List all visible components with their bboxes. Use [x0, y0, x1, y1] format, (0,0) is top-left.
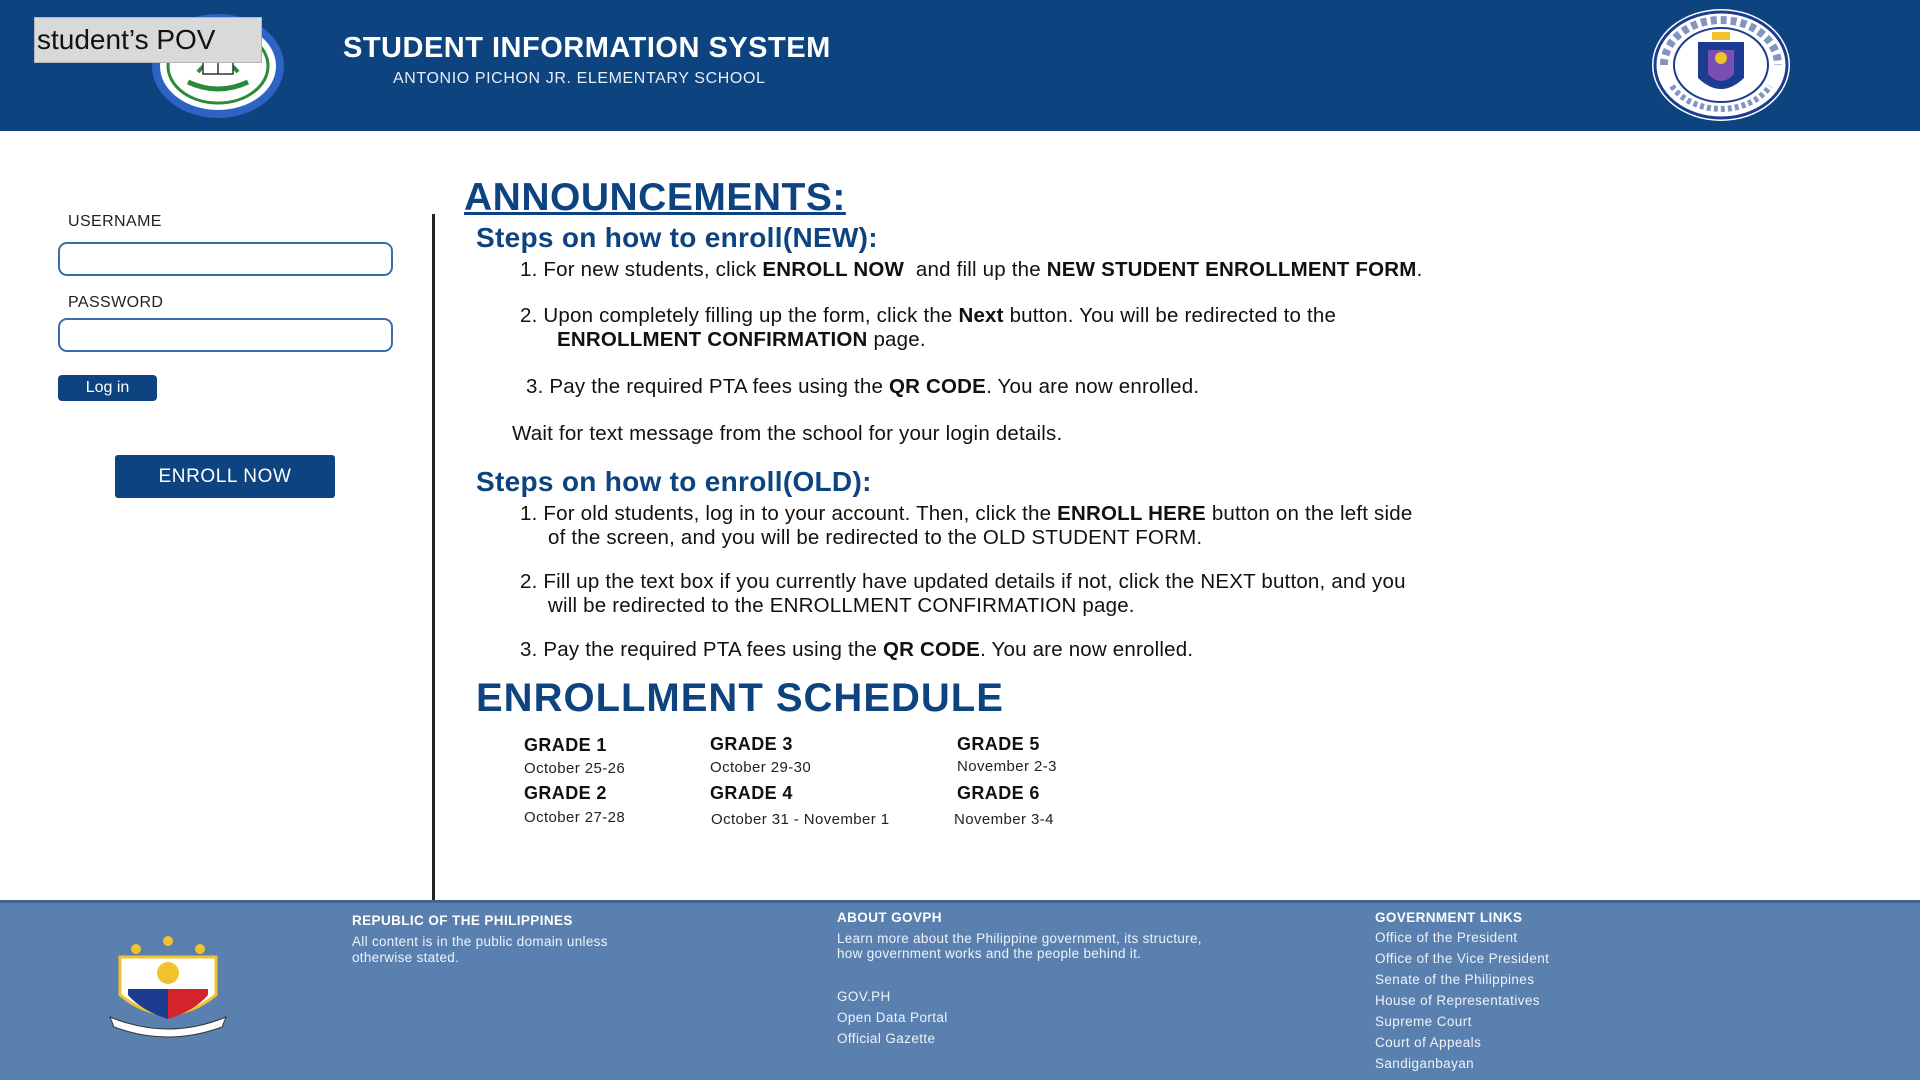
grade-label: GRADE 2: [524, 783, 607, 803]
footer-about-heading: ABOUT GOVPH: [837, 910, 942, 925]
grade-label: GRADE 6: [957, 783, 1040, 803]
new-steps-title: Steps on how to enroll(NEW):: [476, 222, 878, 253]
old-step-2-cont: will be redirected to the ENROLLMENT CON…: [548, 594, 1135, 617]
vertical-divider: [432, 214, 435, 900]
footer-public-domain-text: All content is in the public domain unle…: [352, 934, 608, 949]
philippine-seal-icon: [109, 936, 227, 1038]
username-input[interactable]: [58, 242, 393, 276]
new-step-2: 2. Upon completely filling up the form, …: [520, 304, 1337, 327]
password-input[interactable]: [58, 318, 393, 352]
site-footer: [0, 900, 1920, 1080]
grade-dates: October 29-30: [710, 759, 812, 776]
footer-link-govph[interactable]: GOV.PH: [837, 989, 891, 1004]
grade-dates: October 27-28: [524, 809, 626, 826]
footer-about-text: Learn more about the Philippine governme…: [837, 931, 1202, 946]
footer-link-court-of-appeals[interactable]: Court of Appeals: [1375, 1035, 1481, 1050]
password-label: PASSWORD: [68, 294, 164, 311]
new-step-3: 3. Pay the required PTA fees using the Q…: [526, 375, 1200, 398]
old-steps-title: Steps on how to enroll(OLD):: [476, 466, 872, 497]
grade-dates: October 31 - November 1: [711, 811, 890, 828]
footer-link-senate[interactable]: Senate of the Philippines: [1375, 972, 1534, 987]
deped-seal-icon: [1652, 9, 1790, 121]
grade-dates: October 25-26: [524, 760, 626, 777]
top-header: STUDENT INFORMATION SYSTEM ANTONIO PICHO…: [0, 0, 1920, 131]
grade-label: GRADE 1: [524, 735, 607, 755]
announcements-title: ANNOUNCEMENTS:: [464, 176, 846, 219]
login-button[interactable]: Log in: [58, 375, 157, 401]
footer-republic-heading: REPUBLIC OF THE PHILIPPINES: [352, 913, 573, 928]
old-step-2: 2. Fill up the text box if you currently…: [520, 570, 1406, 593]
footer-link-supreme-court[interactable]: Supreme Court: [1375, 1014, 1472, 1029]
footer-gov-links-heading: GOVERNMENT LINKS: [1375, 910, 1523, 925]
footer-link-official-gazette[interactable]: Official Gazette: [837, 1031, 935, 1046]
old-step-3: 3. Pay the required PTA fees using the Q…: [520, 638, 1194, 661]
grade-label: GRADE 4: [710, 783, 793, 803]
new-step-1: 1. For new students, click ENROLL NOW an…: [520, 258, 1423, 281]
page-title: STUDENT INFORMATION SYSTEM: [343, 32, 831, 64]
new-steps-note: Wait for text message from the school fo…: [512, 422, 1063, 445]
grade-label: GRADE 3: [710, 734, 793, 754]
username-label: USERNAME: [68, 213, 162, 230]
footer-link-president[interactable]: Office of the President: [1375, 930, 1518, 945]
footer-public-domain-text: otherwise stated.: [352, 950, 460, 965]
pov-label: student’s POV: [34, 17, 262, 63]
footer-about-text: how government works and the people behi…: [837, 946, 1142, 961]
new-step-2-cont: ENROLLMENT CONFIRMATION page.: [557, 328, 926, 351]
school-name: ANTONIO PICHON JR. ELEMENTARY SCHOOL: [393, 70, 766, 87]
grade-dates: November 2-3: [957, 758, 1057, 775]
footer-link-sandiganbayan[interactable]: Sandiganbayan: [1375, 1056, 1474, 1071]
old-step-1: 1. For old students, log in to your acco…: [520, 502, 1413, 525]
grade-label: GRADE 5: [957, 734, 1040, 754]
grade-dates: November 3-4: [954, 811, 1054, 828]
footer-link-vice-president[interactable]: Office of the Vice President: [1375, 951, 1549, 966]
enrollment-schedule-title: ENROLLMENT SCHEDULE: [476, 676, 1004, 720]
footer-link-open-data[interactable]: Open Data Portal: [837, 1010, 948, 1025]
old-step-1-cont: of the screen, and you will be redirecte…: [548, 526, 1203, 549]
enroll-now-button[interactable]: ENROLL NOW: [115, 455, 335, 498]
footer-link-house[interactable]: House of Representatives: [1375, 993, 1540, 1008]
